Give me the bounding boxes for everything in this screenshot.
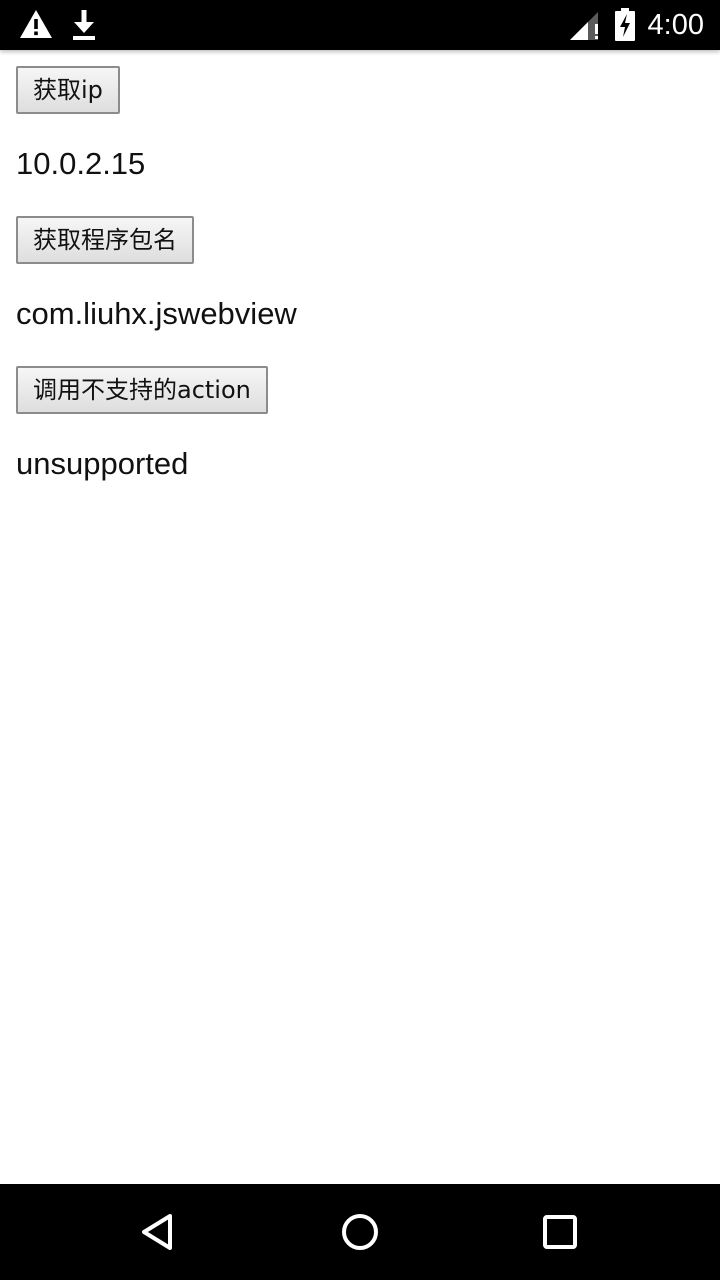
battery-charging-icon <box>614 8 636 46</box>
get-ip-button[interactable]: 获取ip <box>16 66 120 114</box>
back-icon[interactable] <box>134 1206 186 1258</box>
signal-icon <box>568 10 602 46</box>
warning-icon <box>18 8 54 44</box>
navigation-bar <box>0 1184 720 1280</box>
package-name-result-text: com.liuhx.jswebview <box>16 296 297 331</box>
home-icon[interactable] <box>334 1206 386 1258</box>
unsupported-action-button[interactable]: 调用不支持的action <box>16 366 268 414</box>
unsupported-result-text: unsupported <box>16 446 189 481</box>
status-time: 4:00 <box>647 9 704 41</box>
status-bar: 4:00 <box>0 0 720 50</box>
recents-icon[interactable] <box>534 1206 586 1258</box>
ip-result-text: 10.0.2.15 <box>16 146 146 181</box>
get-package-name-button[interactable]: 获取程序包名 <box>16 216 194 264</box>
download-icon <box>70 8 98 46</box>
